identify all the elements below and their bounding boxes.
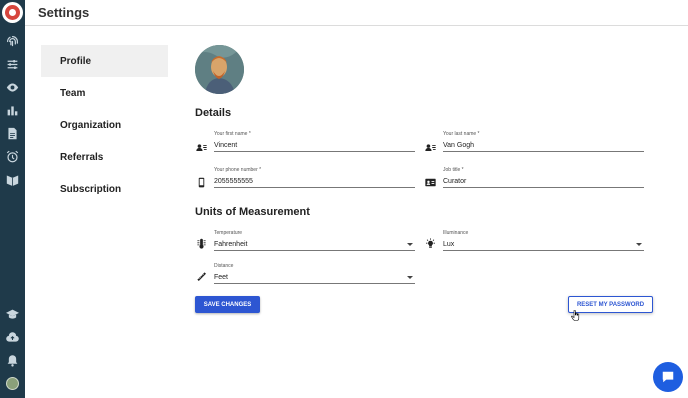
last-name-input[interactable]: Van Gogh [443,139,644,152]
nav-item-team[interactable]: Team [41,77,168,109]
temperature-value-text: Fahrenheit [214,241,248,248]
page-title: Settings [38,5,90,20]
alarm-icon[interactable] [6,150,19,163]
user-avatar[interactable] [6,377,19,390]
nav-item-subscription[interactable]: Subscription [41,173,168,205]
chevron-down-icon[interactable] [407,276,413,279]
profile-photo[interactable] [195,45,244,94]
temperature-label: Temperature [214,230,243,236]
phone-icon [196,175,207,188]
nav-item-referrals[interactable]: Referrals [41,141,168,173]
contact-icon [196,140,207,151]
bar-chart-icon[interactable] [6,104,19,117]
thermometer-icon [196,236,207,249]
first-name-input[interactable]: Vincent [214,139,415,152]
job-title-input[interactable]: Curator [443,175,644,188]
chat-support-button[interactable] [653,362,683,392]
hand-cursor-icon [571,308,580,321]
top-header: Settings [25,0,688,26]
light-bulb-icon [425,236,436,248]
report-icon[interactable] [6,127,19,140]
distance-label: Distance [214,263,234,269]
id-card-icon [425,175,436,187]
save-changes-button[interactable]: SAVE CHANGES [195,296,260,313]
reset-password-button[interactable]: RESET MY PASSWORD [568,296,653,313]
phone-input[interactable]: 2055555555 [214,175,415,188]
fingerprint-icon[interactable] [6,35,19,48]
illuminance-value[interactable]: Lux [443,238,644,251]
job-title-label: Job title * [443,167,464,173]
phone-field[interactable]: Your phone number * 2055555555 [214,166,415,188]
chat-icon [662,371,674,383]
settings-nav: Profile Team Organization Referrals Subs… [41,45,168,205]
phone-label: Your phone number * [214,167,262,173]
distance-value[interactable]: Feet [214,271,415,284]
temperature-select[interactable]: Temperature Fahrenheit [214,229,415,251]
details-heading: Details [195,107,232,119]
distance-value-text: Feet [214,274,229,281]
last-name-field[interactable]: Your last name * Van Gogh [443,130,644,152]
distance-select[interactable]: Distance Feet [214,262,415,284]
chevron-down-icon[interactable] [636,243,642,246]
graduation-cap-icon[interactable] [6,308,19,321]
last-name-label: Your last name * [443,131,480,137]
temperature-value[interactable]: Fahrenheit [214,238,415,251]
ruler-icon [196,269,207,281]
illuminance-value-text: Lux [443,241,455,248]
sliders-icon[interactable] [6,58,19,71]
nav-item-organization[interactable]: Organization [41,109,168,141]
logo-icon[interactable] [2,2,23,23]
illuminance-select[interactable]: Illuminance Lux [443,229,644,251]
eye-icon[interactable] [6,81,19,94]
left-rail [0,0,25,398]
units-heading: Units of Measurement [195,206,310,218]
cloud-upload-icon[interactable] [6,331,19,344]
chevron-down-icon[interactable] [407,243,413,246]
first-name-field[interactable]: Your first name * Vincent [214,130,415,152]
nav-item-profile[interactable]: Profile [41,45,168,77]
job-title-field[interactable]: Job title * Curator [443,166,644,188]
contact-icon [425,140,436,151]
first-name-label: Your first name * [214,131,251,137]
bell-icon[interactable] [6,354,19,367]
book-icon[interactable] [6,173,19,186]
illuminance-label: Illuminance [443,230,469,236]
